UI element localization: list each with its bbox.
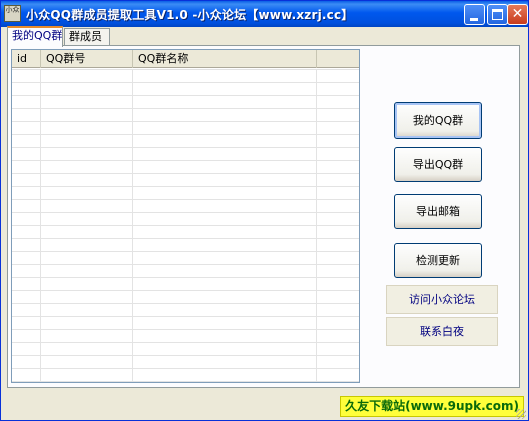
table-header: id QQ群号 QQ群名称 (12, 50, 359, 68)
tab-group-members[interactable]: 群成员 (64, 28, 110, 46)
contact-button[interactable]: 联系白夜 (386, 317, 498, 346)
column-header-empty[interactable] (317, 50, 359, 68)
resize-grip-icon[interactable] (516, 409, 526, 419)
close-icon: ✕ (511, 6, 524, 22)
visit-forum-button[interactable]: 访问小众论坛 (386, 285, 498, 314)
maximize-icon (492, 9, 503, 20)
app-icon[interactable]: 小众 (4, 5, 21, 22)
close-button[interactable]: ✕ (507, 4, 528, 25)
main-window: 小众 小众QQ群成员提取工具V1.0 -小众论坛【www.xzrj.cc】 ✕ … (0, 0, 529, 421)
tab-my-groups[interactable]: 我的QQ群 (7, 26, 63, 47)
column-header-group-name[interactable]: QQ群名称 (133, 50, 317, 68)
watermark-badge: 久友下载站(www.9upk.com) (340, 396, 524, 417)
export-groups-button[interactable]: 导出QQ群 (394, 147, 482, 182)
status-bar: 久友下载站(www.9upk.com) (2, 393, 527, 420)
group-list-table[interactable]: id QQ群号 QQ群名称 (11, 49, 360, 383)
minimize-button[interactable] (464, 4, 485, 25)
my-groups-button[interactable]: 我的QQ群 (394, 102, 482, 139)
title-bar[interactable]: 小众 小众QQ群成员提取工具V1.0 -小众论坛【www.xzrj.cc】 ✕ (1, 1, 528, 27)
window-title: 小众QQ群成员提取工具V1.0 -小众论坛【www.xzrj.cc】 (26, 8, 354, 22)
table-body[interactable] (12, 69, 359, 382)
export-email-button[interactable]: 导出邮箱 (394, 194, 482, 229)
column-header-group-number[interactable]: QQ群号 (41, 50, 133, 68)
column-header-id[interactable]: id (12, 50, 41, 68)
minimize-icon (470, 18, 478, 21)
maximize-button[interactable] (487, 4, 508, 25)
check-update-button[interactable]: 检测更新 (394, 243, 482, 278)
